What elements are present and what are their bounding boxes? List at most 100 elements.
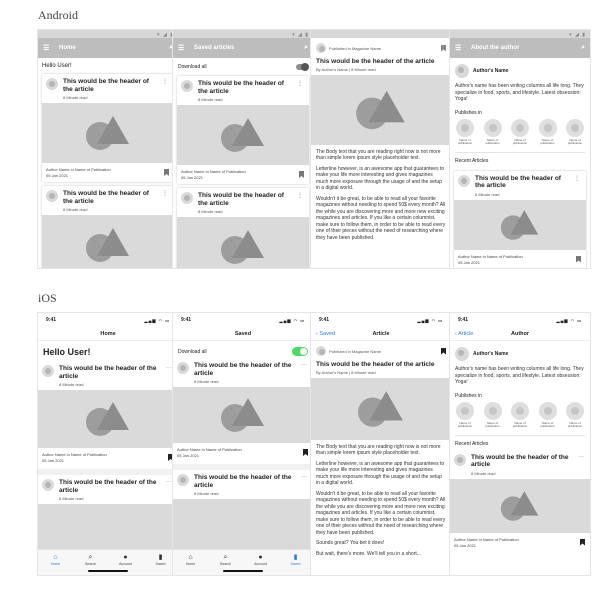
tab-bar: ⌂ Home ⌕ Search ● Account ▮ Saved — [173, 549, 313, 575]
body-paragraph: But wait, there's more. We'll tell you i… — [316, 550, 421, 557]
more-icon[interactable]: ⋮ — [295, 80, 305, 95]
publication-row: Published in Magazine Name — [311, 341, 451, 358]
publishes-in-heading: Publishes in — [455, 392, 482, 399]
publication-item[interactable]: Name of publication — [564, 118, 586, 146]
by-line: By Author's Name | 8 Minute read — [316, 369, 376, 375]
download-all-switch[interactable] — [296, 63, 309, 71]
article-card[interactable]: This would be the header of the article … — [173, 358, 313, 470]
tab-bar: ⌂ Home ⌕ Search ● Account ▮ Saved — [38, 549, 178, 575]
publication-item[interactable]: Name of publication — [537, 401, 559, 429]
bookmark-icon[interactable] — [441, 44, 446, 52]
image-placeholder — [173, 499, 313, 555]
avatar — [458, 174, 470, 187]
publication-item[interactable]: Name of publication — [509, 401, 531, 429]
signal-icon: ▂▄▆ ◠ ▭ — [556, 317, 582, 323]
publication-logo — [538, 118, 557, 137]
avatar — [177, 474, 189, 486]
more-icon[interactable]: ··· — [299, 362, 309, 377]
recent-articles-heading: Recent Articles — [455, 157, 489, 164]
placeholder-shapes-icon — [86, 116, 129, 150]
publication-logo — [511, 118, 529, 137]
divider — [455, 151, 585, 153]
status-bar: 9:41 ▂▄▆ ◠ ▭ — [319, 317, 443, 323]
avatar — [46, 78, 58, 90]
publication-logo — [456, 401, 474, 420]
publication-item[interactable]: Name of publication — [454, 401, 476, 429]
publication-row: Published in Magazine Name — [311, 38, 451, 55]
article-card[interactable]: This would be the header of the article … — [42, 74, 174, 182]
more-icon[interactable]: ··· — [299, 474, 309, 489]
article-card[interactable]: This would be the header of the article … — [450, 450, 590, 554]
more-icon[interactable]: ⋮ — [160, 78, 170, 93]
page-title: Home — [100, 330, 116, 337]
download-all-row: Download all — [173, 341, 313, 358]
bookmark-icon[interactable] — [441, 347, 446, 355]
tab-home[interactable]: ⌂ Home — [44, 554, 68, 566]
home-indicator[interactable] — [223, 570, 263, 572]
article-card[interactable]: This would be the header of the article … — [454, 170, 586, 268]
publication-logo — [483, 401, 502, 420]
image-placeholder — [42, 215, 174, 268]
tab-saved[interactable]: ▮ Saved — [284, 554, 308, 566]
more-icon[interactable]: ⋮ — [160, 190, 170, 205]
menu-icon[interactable]: ☰ — [455, 44, 467, 52]
status-bar — [311, 30, 451, 38]
publication-item[interactable]: Name of publication — [537, 118, 559, 146]
read-time: 8 Minute read — [471, 470, 496, 476]
body-paragraph: Letterline however, is an awesome app th… — [316, 165, 445, 192]
signal-icon: ▂▄▆ ◠ ▭ — [417, 317, 443, 323]
tab-account[interactable]: ● Account — [114, 554, 138, 566]
avatar — [316, 43, 326, 53]
avatar — [46, 190, 58, 202]
avatar — [177, 362, 189, 374]
body-paragraph: Wouldn't it be great, to be able to read… — [316, 490, 446, 536]
ios-home-screen: 9:41 ▂▄▆ ◠ ▭ Home Hello User! This would … — [38, 313, 178, 575]
more-icon[interactable]: ⋮ — [295, 192, 305, 207]
published-in: Published in Magazine Name — [329, 45, 382, 51]
publication-item[interactable]: Name of publication — [482, 118, 504, 146]
publication-item[interactable]: Name of publication — [564, 401, 586, 429]
article-card[interactable]: This would be the header of the article … — [177, 76, 309, 184]
nav-bar: Home — [38, 327, 178, 341]
back-button[interactable]: ‹ Saved — [316, 331, 335, 337]
back-button[interactable]: ‹ Article — [455, 331, 473, 337]
greeting: Hello User! — [42, 63, 72, 69]
search-icon[interactable]: ⌕ — [304, 44, 308, 52]
publication-item[interactable]: Name of publication — [482, 401, 504, 429]
article-card[interactable]: This would be the header of the article … — [42, 186, 174, 268]
tab-saved[interactable]: ▮ Saved — [149, 554, 173, 566]
status-bar: 9:41 ▂▄▆ ◠ ▭ — [46, 317, 170, 323]
read-time: 8 Minute read — [63, 207, 88, 212]
read-time: 8 Minute read — [198, 97, 223, 102]
by-line: By Author's Name | 8 Minute read — [316, 66, 376, 72]
avatar — [42, 479, 54, 491]
more-icon[interactable]: ⋮ — [572, 175, 582, 190]
tab-home[interactable]: ⌂ Home — [179, 554, 203, 566]
article-card[interactable]: This would be the header of the article … — [177, 188, 309, 268]
more-icon[interactable]: ··· — [576, 454, 586, 469]
image-placeholder — [311, 377, 451, 440]
page-title: Saved articles — [194, 45, 235, 51]
publication-item[interactable]: Name of publication — [454, 118, 476, 146]
publication-list: Name of publication Name of publication … — [450, 118, 590, 150]
tab-account[interactable]: ● Account — [249, 554, 273, 566]
menu-icon[interactable]: ☰ — [43, 44, 55, 52]
menu-icon[interactable]: ☰ — [178, 44, 190, 52]
tab-search[interactable]: ⌕ Search — [79, 554, 103, 566]
article-title: This would be the header of the article — [63, 190, 149, 205]
app-bar: ☰ Saved articles ⌕ — [173, 38, 313, 58]
article-date: 05 Jan 2021 — [46, 173, 69, 178]
placeholder-shapes-icon — [221, 398, 264, 432]
publication-logo — [566, 118, 584, 137]
article-card[interactable]: This would be the header of the article … — [38, 361, 178, 475]
image-placeholder — [42, 103, 174, 163]
download-all-switch[interactable] — [292, 347, 308, 356]
image-placeholder — [177, 105, 309, 165]
image-placeholder — [454, 199, 586, 250]
article-title: This would be the header of the article — [198, 80, 284, 95]
search-icon[interactable]: ⌕ — [581, 44, 585, 52]
article-title: This would be the header of the article — [194, 474, 292, 489]
home-indicator[interactable] — [88, 570, 128, 572]
tab-search[interactable]: ⌕ Search — [214, 554, 238, 566]
publication-item[interactable]: Name of publication — [509, 118, 531, 146]
